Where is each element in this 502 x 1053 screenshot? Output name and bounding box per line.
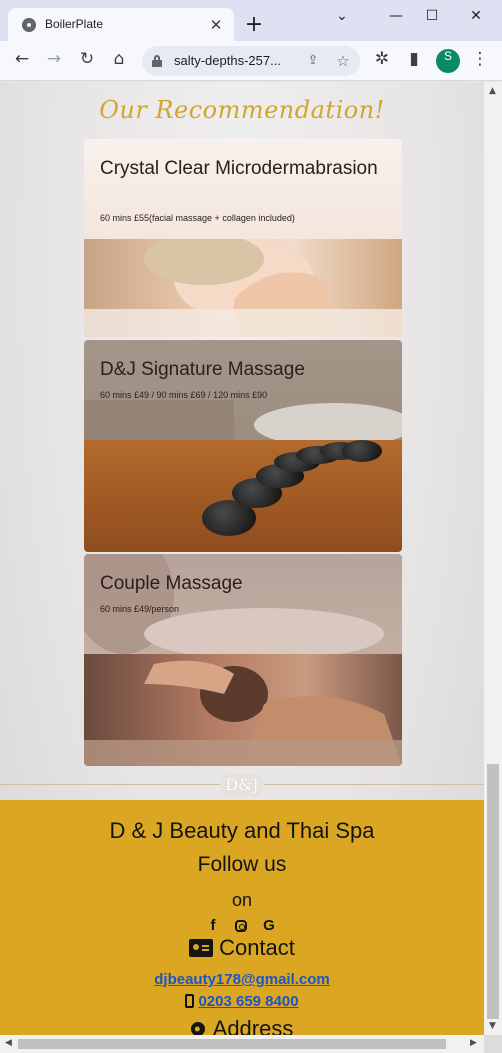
maximize-button[interactable]: ☐ [414,4,450,28]
side-panel-icon[interactable]: ▮ [402,49,426,73]
share-icon[interactable]: ⇪ [302,50,324,72]
scroll-up-arrow-icon[interactable]: ▲ [489,86,496,96]
head-massage-illustration [84,660,402,766]
head-massage-image [84,654,402,766]
location-pin-icon [187,1019,208,1035]
facebook-icon[interactable]: f [204,917,222,935]
reload-icon[interactable]: ↻ [75,49,99,73]
forward-icon[interactable]: → [42,49,66,73]
tab-strip: BoilerPlate ✕ + ⌄ — ☐ ✕ [0,0,502,41]
stone [342,440,382,462]
scroll-right-arrow-icon[interactable]: ▶ [470,1038,477,1048]
service-card-signature-massage[interactable]: D&J Signature Massage 60 mins £49 / 90 m… [84,340,402,552]
address-heading: Address [0,1016,484,1035]
puzzle-icon[interactable]: ✲ [370,49,394,73]
tab-title: BoilerPlate [45,17,104,31]
social-links: f G [204,917,284,937]
url-text[interactable]: salty-depths-257... [174,53,281,68]
lock-icon[interactable] [152,55,162,67]
footer-brand: D & J Beauty and Thai Spa [109,818,375,843]
vertical-scroll-thumb[interactable] [487,764,499,1019]
close-window-button[interactable]: ✕ [458,4,494,28]
phone-number[interactable]: 0203 659 8400 [198,993,298,1010]
address-label: Address [212,1016,294,1035]
new-tab-button[interactable]: + [240,12,268,40]
browser-tab[interactable]: BoilerPlate ✕ [8,8,234,41]
horizontal-scrollbar[interactable]: ◀ ▶ [0,1035,502,1053]
service-title: D&J Signature Massage [100,359,305,380]
google-icon[interactable]: G [260,917,278,935]
globe-icon [22,18,36,32]
kebab-menu-icon[interactable]: ⋮ [468,49,492,73]
vertical-scrollbar[interactable]: ▲ ▼ [484,82,502,1035]
service-price: 60 mins £49/person [100,604,180,614]
instagram-icon[interactable] [232,917,250,935]
card-image-top [84,139,402,239]
profile-avatar[interactable]: S [436,49,460,73]
service-card-microdermabrasion[interactable]: Crystal Clear Microdermabrasion 60 mins … [84,139,402,337]
scrollbar-corner [484,1035,502,1053]
service-price: 60 mins £49 / 90 mins £69 / 120 mins £90 [100,390,268,400]
follow-on-text: on [231,890,253,910]
hot-stone-image [84,440,402,552]
service-title: Crystal Clear Microdermabrasion [100,158,378,179]
page-viewport: Our Recommendation! Crystal Clear Microd… [0,82,484,1035]
horizontal-scroll-thumb[interactable] [18,1039,446,1049]
contact-heading: Contact [0,935,484,961]
service-card-couple-massage[interactable]: Couple Massage 60 mins £49/person [84,554,402,766]
follow-us-heading: Follow us [197,853,287,876]
monogram-logo: D&J [220,774,264,796]
address-bar[interactable]: salty-depths-257... ⇪ ☆ [142,46,360,76]
service-price: 60 mins £55(facial massage + collagen in… [100,213,295,223]
email-link[interactable]: djbeauty178@gmail.com [0,971,484,988]
back-icon[interactable]: ← [10,49,34,73]
mobile-phone-icon [185,994,195,1008]
tab-search-icon[interactable]: ⌄ [324,4,360,28]
scroll-left-arrow-icon[interactable]: ◀ [5,1038,12,1048]
scroll-down-arrow-icon[interactable]: ▼ [489,1021,496,1031]
facial-illustration [84,239,402,337]
phone-link[interactable]: 0203 659 8400 [0,993,484,1010]
site-footer: D & J Beauty and Thai Spa Follow us on f… [0,800,484,1035]
facial-treatment-image [84,239,402,337]
recommendation-heading: Our Recommendation! [99,96,385,124]
contact-label: Contact [219,935,295,960]
close-tab-icon[interactable]: ✕ [206,15,226,35]
minimize-button[interactable]: — [378,4,414,28]
service-title: Couple Massage [100,573,243,594]
home-icon[interactable]: ⌂ [107,49,131,73]
address-card-icon [189,939,214,957]
browser-toolbar: ← → ↻ ⌂ salty-depths-257... ⇪ ☆ ✲ ▮ S ⋮ [0,41,502,81]
bookmark-star-icon[interactable]: ☆ [332,50,354,72]
